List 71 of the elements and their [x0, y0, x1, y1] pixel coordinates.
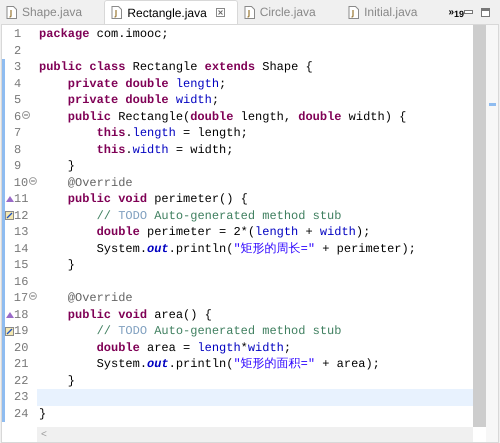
collapse-icon[interactable] — [29, 292, 37, 300]
code-line: // TODO Auto-generated method stub — [96, 208, 342, 224]
code-line: } — [66, 372, 76, 389]
line-number: 12 — [14, 208, 28, 225]
line-number: 6 — [14, 108, 22, 126]
line-number: 14 — [14, 240, 28, 258]
line-number: 19 — [14, 323, 28, 340]
code-line: System.out.println("矩形的面积=" + area); — [96, 356, 380, 372]
line-number: 23 — [14, 389, 28, 406]
editor-tab[interactable]: Shape.java — [0, 0, 104, 24]
override-triangle-icon — [6, 196, 14, 202]
tab-label: Initial.java — [364, 4, 418, 21]
tab-label: Shape.java — [22, 4, 82, 21]
editor-tab[interactable]: Rectangle.java — [104, 0, 238, 24]
line-number: 16 — [14, 274, 28, 291]
code-line: @Override — [66, 174, 133, 191]
code-line: } — [38, 406, 46, 422]
code-line: this.width = width; — [96, 142, 234, 158]
editor-tab[interactable]: Initial.java — [342, 0, 446, 24]
line-number: 8 — [14, 142, 22, 159]
code-line: private double width; — [66, 92, 220, 108]
java-file-icon — [6, 6, 17, 18]
code-line: public void area() { — [66, 306, 212, 323]
task-note-icon — [5, 211, 14, 220]
line-number: 20 — [14, 340, 28, 357]
change-marker-icon — [489, 103, 496, 106]
vertical-scrollbar[interactable] — [473, 25, 486, 427]
code-line: this.length = length; — [96, 125, 248, 142]
java-file-icon — [348, 6, 360, 18]
line-number: 5 — [14, 92, 22, 110]
line-number: 18 — [14, 306, 28, 324]
task-note-icon — [5, 326, 14, 336]
line-number: 24 — [14, 406, 28, 423]
code-line: } — [66, 257, 76, 274]
line-number: 7 — [14, 125, 22, 142]
maximize-icon[interactable] — [481, 8, 490, 16]
collapse-icon[interactable] — [22, 110, 30, 119]
code-line: @Override — [66, 290, 133, 306]
code-line: System.out.println("矩形的周长=" + perimeter); — [96, 240, 416, 257]
line-number: 1 — [14, 26, 22, 44]
code-line: double area = length*width; — [96, 340, 292, 356]
override-triangle-icon — [6, 312, 14, 318]
java-file-icon — [111, 6, 122, 19]
java-file-icon — [244, 6, 255, 18]
minimize-icon[interactable] — [464, 10, 474, 14]
code-line: // TODO Auto-generated method stub — [96, 323, 342, 340]
tab-label: Rectangle.java — [127, 4, 207, 22]
line-number: 13 — [14, 224, 28, 242]
close-icon[interactable] — [216, 8, 225, 17]
line-number: 21 — [14, 356, 28, 374]
code-line: } — [66, 158, 76, 174]
editor-tab[interactable]: Circle.java — [238, 0, 342, 24]
line-number: 17 — [14, 290, 28, 308]
collapse-icon[interactable] — [29, 176, 37, 185]
code-line: public void perimeter() { — [66, 191, 248, 208]
scroll-left-arrow[interactable]: < — [37, 427, 47, 442]
code-line: public class Rectangle extends Shape { — [38, 59, 313, 76]
line-number: 10 — [14, 174, 28, 192]
code-line: double perimeter = 2*(length + width); — [96, 224, 370, 240]
tab-label: Circle.java — [260, 4, 316, 21]
line-number: 3 — [14, 59, 22, 76]
line-number: 4 — [14, 76, 22, 93]
line-number: 2 — [14, 42, 22, 60]
line-number: 9 — [14, 158, 22, 176]
code-line: public Rectangle(double length, double width) { — [66, 108, 406, 125]
horizontal-scrollbar[interactable]: < — [37, 427, 473, 442]
line-number: 15 — [14, 257, 28, 274]
code-line: package com.imooc; — [38, 26, 169, 42]
line-number: 22 — [14, 372, 28, 390]
line-number: 11 — [14, 191, 28, 208]
code-line: private double length; — [66, 76, 226, 92]
